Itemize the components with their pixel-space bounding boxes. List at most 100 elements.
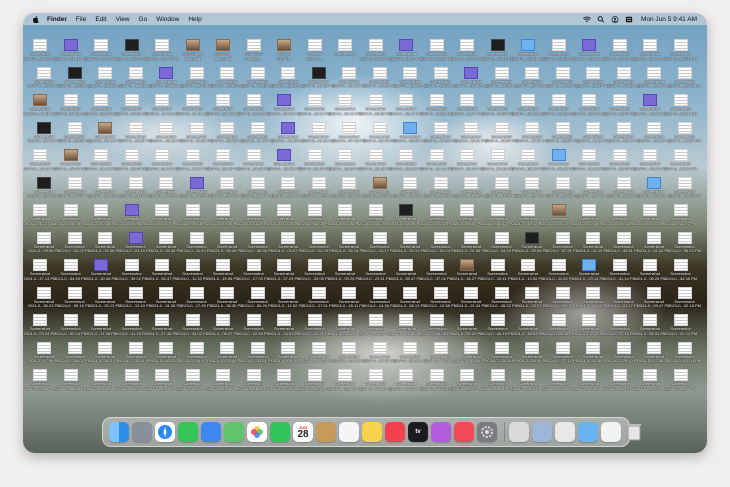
file-thumbnail bbox=[185, 204, 200, 216]
menu-help[interactable]: Help bbox=[188, 16, 201, 23]
file-label: Screenshot 2024-0...49.55 PM bbox=[206, 272, 240, 281]
music-icon[interactable] bbox=[385, 422, 405, 442]
file-label: Screenshot 2024-0...28.19 PM bbox=[332, 354, 366, 364]
menu-go[interactable]: Go bbox=[139, 16, 148, 23]
trash-icon[interactable] bbox=[624, 422, 644, 442]
file-thumbnail bbox=[521, 39, 535, 51]
file-thumbnail bbox=[551, 39, 566, 51]
tv-icon[interactable]: tv bbox=[408, 422, 428, 442]
file-thumbnail bbox=[189, 66, 204, 79]
file-thumbnail bbox=[616, 121, 631, 134]
mail-icon[interactable] bbox=[201, 422, 221, 442]
file-label: Screenshot 2024-0...04.57 PM bbox=[180, 354, 213, 364]
apple-menu-icon[interactable] bbox=[32, 15, 39, 23]
contacts-icon[interactable] bbox=[316, 422, 336, 442]
file-label: Screenshot 2024-0...05.35 PM bbox=[27, 244, 61, 254]
file-label: Screenshot 2024-0...58.26 AM bbox=[206, 107, 240, 116]
maps-icon[interactable] bbox=[224, 422, 244, 442]
file-label: Screenshot 2024-0...01.29 PM bbox=[237, 217, 270, 226]
file-thumbnail bbox=[342, 231, 356, 244]
menu-file[interactable]: File bbox=[76, 16, 86, 23]
finder-icon[interactable] bbox=[109, 422, 129, 442]
window-stack-icon[interactable] bbox=[555, 422, 575, 442]
file-label: Screenshot 2024-0...14.17 PM bbox=[363, 244, 396, 254]
file-label: Screenshot 2024-0...36.23 PM bbox=[27, 299, 61, 309]
file-thumbnail bbox=[33, 314, 47, 326]
file-label: Screenshot 2024-0...50.37 PM bbox=[546, 79, 579, 89]
file-thumbnail bbox=[33, 39, 47, 51]
file-label: Screenshot 2024-0...47.13 PM bbox=[23, 272, 57, 281]
file-label: Screenshot 2024-0...18.11 PM bbox=[298, 107, 331, 116]
file-thumbnail bbox=[189, 121, 204, 134]
file-thumbnail bbox=[185, 369, 200, 381]
news-icon[interactable] bbox=[454, 422, 474, 442]
menu-window[interactable]: Window bbox=[156, 16, 179, 23]
file-thumbnail bbox=[616, 341, 631, 354]
file-thumbnail bbox=[555, 121, 570, 134]
file-label: Screenshot 2024-0...53.14 PM bbox=[664, 382, 697, 391]
file-label: Screenshot 2024-0...33.48 PM bbox=[237, 162, 270, 171]
file-thumbnail bbox=[246, 39, 261, 51]
podcasts-icon[interactable] bbox=[431, 422, 451, 442]
preview-icon[interactable] bbox=[532, 422, 552, 442]
file-label: Screenshot 2024-0...10.38 PM bbox=[84, 217, 118, 226]
menu-bar-clock[interactable]: Mon Jun 5 9:41 AM bbox=[641, 16, 697, 23]
messages-icon[interactable] bbox=[178, 422, 198, 442]
file-label: Screenshot 2024-0...43.41 PM bbox=[607, 134, 640, 144]
wifi-icon[interactable] bbox=[582, 16, 591, 23]
file-thumbnail bbox=[673, 39, 688, 51]
file-label: Screenshot 2024-0...08.57 PM bbox=[359, 52, 392, 61]
file-label: Screenshot 2024-0...04.49 PM bbox=[485, 244, 518, 254]
file-thumbnail bbox=[616, 66, 631, 79]
file-label: Screenshot 2024-0...11.28 PM bbox=[485, 354, 518, 364]
file-thumbnail bbox=[555, 231, 570, 244]
file-label: Screenshot 2024-0...29.01 PM bbox=[633, 382, 667, 391]
file-thumbnail bbox=[216, 204, 230, 216]
file-label: Screenshot 2024-0...35.48 PM bbox=[576, 189, 610, 199]
file-label: Screenshot 2024-0...12.25 PM bbox=[332, 79, 366, 89]
search-icon[interactable] bbox=[597, 15, 605, 23]
file-label: Screenshot 2024-0...31.12 PM bbox=[328, 327, 362, 336]
file-label: Screenshot 2024-0...55.47 PM bbox=[389, 272, 423, 281]
file-thumbnail bbox=[551, 94, 566, 106]
menu-app-finder[interactable]: Finder bbox=[47, 16, 67, 23]
file-label: Screenshot 2024-0...14.38 PM bbox=[363, 299, 396, 309]
launchpad-icon[interactable] bbox=[132, 422, 152, 442]
safari-icon[interactable] bbox=[155, 422, 175, 442]
file-thumbnail bbox=[433, 121, 448, 134]
file-thumbnail bbox=[216, 369, 230, 381]
file-label: Screenshot 2024-0...18.33 PM bbox=[511, 327, 545, 336]
settings-icon[interactable] bbox=[477, 422, 497, 442]
file-label: Screenshot 2024-0...43.54 PM bbox=[603, 107, 636, 116]
control-center-icon[interactable] bbox=[625, 16, 633, 23]
file-label: Screenshot 2024-0...58.13 PM bbox=[393, 299, 427, 309]
file-thumbnail bbox=[311, 341, 326, 354]
file-thumbnail bbox=[494, 341, 509, 354]
calendar-icon[interactable]: JUN 28 bbox=[293, 422, 313, 442]
facetime-icon[interactable] bbox=[270, 422, 290, 442]
notes-icon[interactable] bbox=[362, 422, 382, 442]
file-label: Screenshot 2024-0...12.27 PM bbox=[23, 162, 57, 171]
file-thumbnail bbox=[372, 66, 387, 79]
user-icon[interactable] bbox=[611, 15, 619, 23]
file-label: Screenshot 2024-0...37.48 PM bbox=[572, 107, 606, 116]
file-label: Screenshot 2024-0...06.29 PM bbox=[668, 134, 701, 144]
menu-view[interactable]: View bbox=[116, 16, 130, 23]
file-thumbnail bbox=[189, 341, 204, 354]
menu-edit[interactable]: Edit bbox=[95, 16, 106, 23]
reminders-icon[interactable] bbox=[339, 422, 359, 442]
file-label: Screenshot 2024-0...20.12 PM bbox=[88, 299, 122, 309]
documents-stack-icon[interactable] bbox=[601, 422, 621, 442]
stack-icon[interactable] bbox=[509, 422, 529, 442]
file-label: Screenshot 2024-0...03.24 PM bbox=[23, 327, 57, 336]
file-thumbnail bbox=[63, 369, 78, 381]
file-thumbnail bbox=[490, 204, 505, 216]
file-label: Screenshot 2024-0...25.05 PM bbox=[515, 244, 549, 254]
file-thumbnail bbox=[342, 66, 356, 79]
folder-icon[interactable] bbox=[578, 422, 598, 442]
file-thumbnail bbox=[94, 259, 108, 271]
file-label: Screenshot 2024-0...06.22 PM bbox=[668, 244, 701, 254]
file-thumbnail bbox=[185, 94, 200, 106]
file-label: Screenshot 2024-0...11.17 PM bbox=[389, 52, 423, 61]
photos-icon[interactable] bbox=[247, 422, 267, 442]
